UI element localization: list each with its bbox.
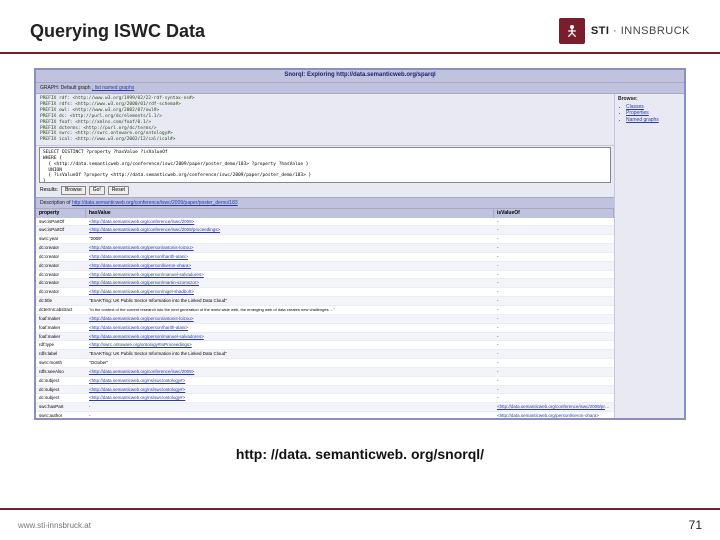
table-row: swrc:month"October"- (36, 359, 614, 368)
table-row: dc:creator<http://data.semanticweb.org/p… (36, 262, 614, 271)
reset-button[interactable]: Reset (108, 186, 129, 195)
table-row: foaf:maker<http://data.semanticweb.org/p… (36, 315, 614, 324)
table-row: dc:subject<http://data.semanticweb.org/n… (36, 386, 614, 395)
sparql-query-textarea[interactable]: SELECT DISTINCT ?property ?hasValue ?isV… (39, 147, 611, 183)
table-row: dc:subject<http://data.semanticweb.org/n… (36, 377, 614, 386)
describe-bar: Description of http://data.semanticweb.o… (36, 197, 614, 210)
prefix-declarations: PREFIX rdf: <http://www.w3.org/1999/02/2… (36, 94, 614, 146)
table-row: rdfs:seeAlso<http://data.semanticweb.org… (36, 368, 614, 377)
col-hasvalue: hasValue (86, 209, 494, 218)
format-select[interactable]: Browse (61, 186, 86, 195)
table-row: dc:subject<http://data.semanticweb.org/n… (36, 394, 614, 403)
table-row: dc:creator<http://data.semanticweb.org/p… (36, 279, 614, 288)
table-row: swc:isPartOf<http://data.semanticweb.org… (36, 226, 614, 235)
results-label: Results: (40, 187, 58, 194)
browse-sidebar: Browse: Classes Properties Named graphs (614, 94, 684, 418)
table-row: swc:hasPart-<http://data.semanticweb.org… (36, 403, 614, 412)
logo-text: STI · INNSBRUCK (591, 25, 690, 37)
described-resource-link[interactable]: http://data.semanticweb.org/conference/i… (72, 200, 238, 206)
table-row: foaf:maker<http://data.semanticweb.org/p… (36, 324, 614, 333)
table-row: dc:creator<http://data.semanticweb.org/p… (36, 244, 614, 253)
table-row: dcterms:abstract"In the context of the c… (36, 306, 614, 315)
footer-rule (0, 508, 720, 510)
table-row: rdfs:label"EnAKTing: UK Public Sector In… (36, 350, 614, 359)
slide-title: Querying ISWC Data (30, 21, 205, 42)
sti-logo: STI · INNSBRUCK (559, 18, 690, 44)
title-rule (0, 52, 720, 54)
logo-mark-icon (559, 18, 585, 44)
table-row: swrc:author-<http://data.semanticweb.org… (36, 412, 614, 418)
snorql-screenshot: Snorql: Exploring http://data.semanticwe… (34, 68, 686, 420)
table-row: foaf:maker<http://data.semanticweb.org/p… (36, 333, 614, 342)
browse-namedgraphs-link[interactable]: Named graphs (619, 117, 681, 124)
table-row: dc:creator<http://data.semanticweb.org/p… (36, 253, 614, 262)
col-isvalueof: isValueOf (494, 209, 614, 218)
page-number: 71 (689, 518, 702, 532)
table-row: dc:creator<http://data.semanticweb.org/p… (36, 271, 614, 280)
results-table: property hasValue isValueOf swc:isPartOf… (36, 209, 614, 418)
table-row: swc:isPartOf<http://data.semanticweb.org… (36, 218, 614, 227)
footer-url: http: //data. semanticweb. org/snorql/ (0, 446, 720, 462)
graph-bar: GRAPH: Default graph , list named graphs (36, 83, 684, 95)
go-button[interactable]: Go! (89, 186, 105, 195)
col-property: property (36, 209, 86, 218)
list-named-graphs-link[interactable]: , list named graphs (92, 85, 134, 91)
table-row: rdf:type<http://swrc.ontoware.org/ontolo… (36, 341, 614, 350)
snorql-title-bar: Snorql: Exploring http://data.semanticwe… (36, 70, 684, 83)
table-row: swrc:year"2009"- (36, 235, 614, 244)
table-row: dc:title"EnAKTing: UK Public Sector Info… (36, 297, 614, 306)
attribution: www.sti-innsbruck.at (18, 521, 91, 530)
table-row: dc:creator<http://data.semanticweb.org/p… (36, 288, 614, 297)
